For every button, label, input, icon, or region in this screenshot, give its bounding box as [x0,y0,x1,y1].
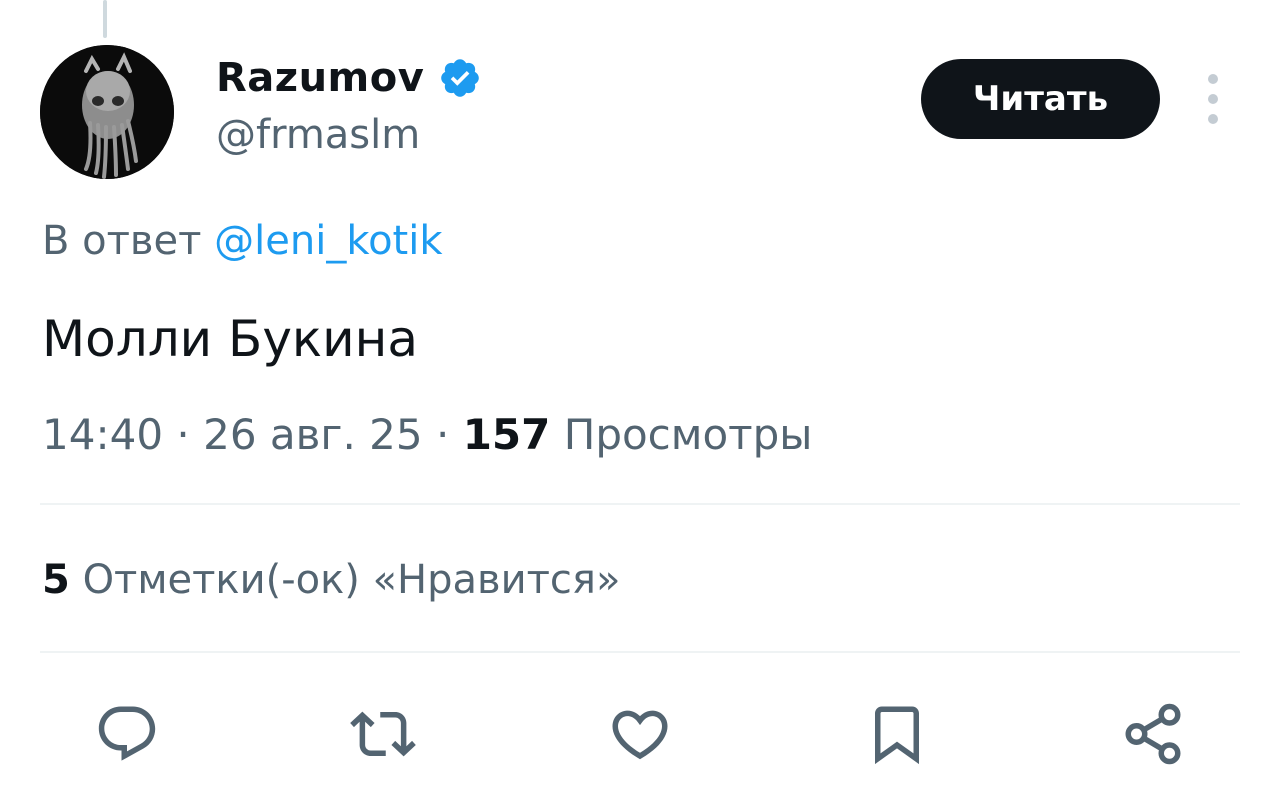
more-dot [1208,74,1218,84]
tweet-time[interactable]: 14:40 [42,410,163,459]
tweet-text: Молли Букина [42,310,418,368]
meta-separator: · [176,410,190,459]
like-button[interactable] [603,697,677,771]
reply-context: В ответ @leni_kotik [42,218,443,264]
likes-count: 5 [42,557,70,603]
tweet-detail: Razumov @frmaslm Читать В ответ @leni_ko… [0,0,1280,801]
divider [40,503,1240,505]
like-icon [612,710,668,760]
more-options-icon[interactable] [1198,74,1228,124]
user-name-row: Razumov [216,52,482,104]
verified-badge-icon [441,59,480,97]
reply-button[interactable] [90,697,164,771]
reply-mention-link[interactable]: @leni_kotik [214,218,442,264]
more-dot [1208,94,1218,104]
divider [40,651,1240,653]
more-dot [1208,114,1218,124]
tweet-meta: 14:40 · 26 авг. 25 · 157 Просмотры [42,410,812,459]
likes-label: Отметки(-ок) «Нравится» [82,557,621,603]
user-handle[interactable]: @frmaslm [216,112,420,158]
share-button[interactable] [1116,697,1190,771]
bookmark-button[interactable] [860,697,934,771]
share-icon [1125,703,1181,765]
follow-button[interactable]: Читать [921,59,1160,139]
action-bar [0,697,1280,771]
tweet-date[interactable]: 26 авг. 25 [203,410,423,459]
likes-summary[interactable]: 5 Отметки(-ок) «Нравится» [42,557,620,603]
thread-connector-line [103,0,107,38]
meta-separator: · [435,410,450,459]
avatar[interactable] [40,45,174,179]
reply-icon [98,706,156,761]
views-label[interactable]: Просмотры [564,410,813,459]
bookmark-icon [875,706,919,765]
retweet-icon [350,711,416,757]
retweet-button[interactable] [346,697,420,771]
display-name[interactable]: Razumov [216,55,424,101]
views-count[interactable]: 157 [463,410,551,459]
avatar-image [40,45,174,179]
reply-prefix: В ответ [42,218,202,264]
